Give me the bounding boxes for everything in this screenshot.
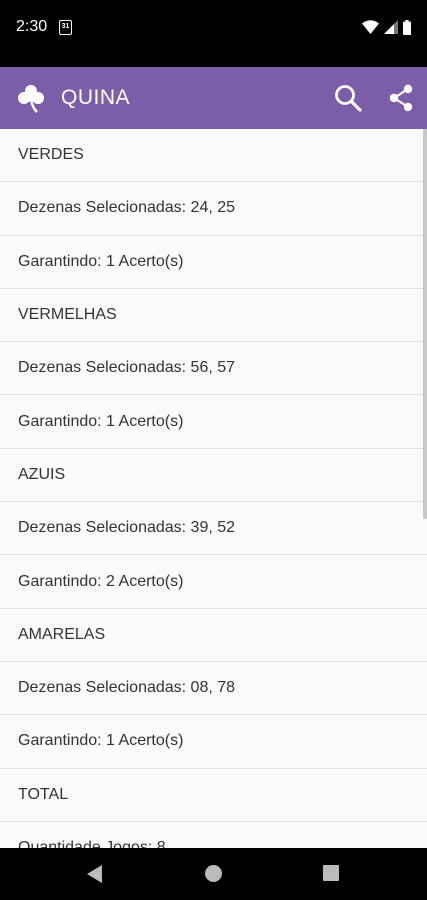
status-icons: [362, 18, 411, 36]
clover-icon: [18, 85, 44, 113]
list-item[interactable]: AMARELAS: [0, 609, 427, 662]
cell-signal-icon: [384, 20, 398, 34]
home-icon[interactable]: [205, 865, 222, 882]
status-bar: 2:30 31: [0, 0, 427, 67]
scrollbar[interactable]: [423, 129, 427, 519]
back-icon[interactable]: [87, 865, 103, 883]
list-item[interactable]: Garantindo: 1 Acerto(s): [0, 715, 427, 769]
list-item[interactable]: Dezenas Selecionadas: 39, 52: [0, 502, 427, 556]
list-item[interactable]: Dezenas Selecionadas: 08, 78: [0, 662, 427, 716]
list-item[interactable]: Dezenas Selecionadas: 24, 25: [0, 182, 427, 236]
list-item[interactable]: Quantidade Jogos: 8: [0, 822, 427, 848]
list-item[interactable]: Garantindo: 2 Acerto(s): [0, 555, 427, 609]
list-item[interactable]: VERMELHAS: [0, 289, 427, 343]
share-icon[interactable]: [387, 83, 415, 113]
list-item[interactable]: Garantindo: 1 Acerto(s): [0, 236, 427, 289]
calendar-icon: 31: [59, 20, 72, 35]
list-item[interactable]: Dezenas Selecionadas: 56, 57: [0, 342, 427, 396]
status-time: 2:30: [16, 18, 48, 35]
list-item[interactable]: AZUIS: [0, 449, 427, 503]
battery-icon: [403, 19, 411, 35]
search-icon[interactable]: [333, 83, 363, 113]
results-list[interactable]: VERDES Dezenas Selecionadas: 24, 25 Gara…: [0, 129, 427, 848]
navigation-bar: [0, 848, 427, 900]
recents-icon[interactable]: [323, 865, 339, 881]
list-item[interactable]: VERDES: [0, 129, 427, 183]
wifi-icon: [362, 20, 379, 34]
list-item[interactable]: Garantindo: 1 Acerto(s): [0, 395, 427, 449]
app-bar: QUINA: [0, 67, 427, 129]
list-item[interactable]: TOTAL: [0, 769, 427, 822]
app-title: QUINA: [61, 86, 131, 109]
